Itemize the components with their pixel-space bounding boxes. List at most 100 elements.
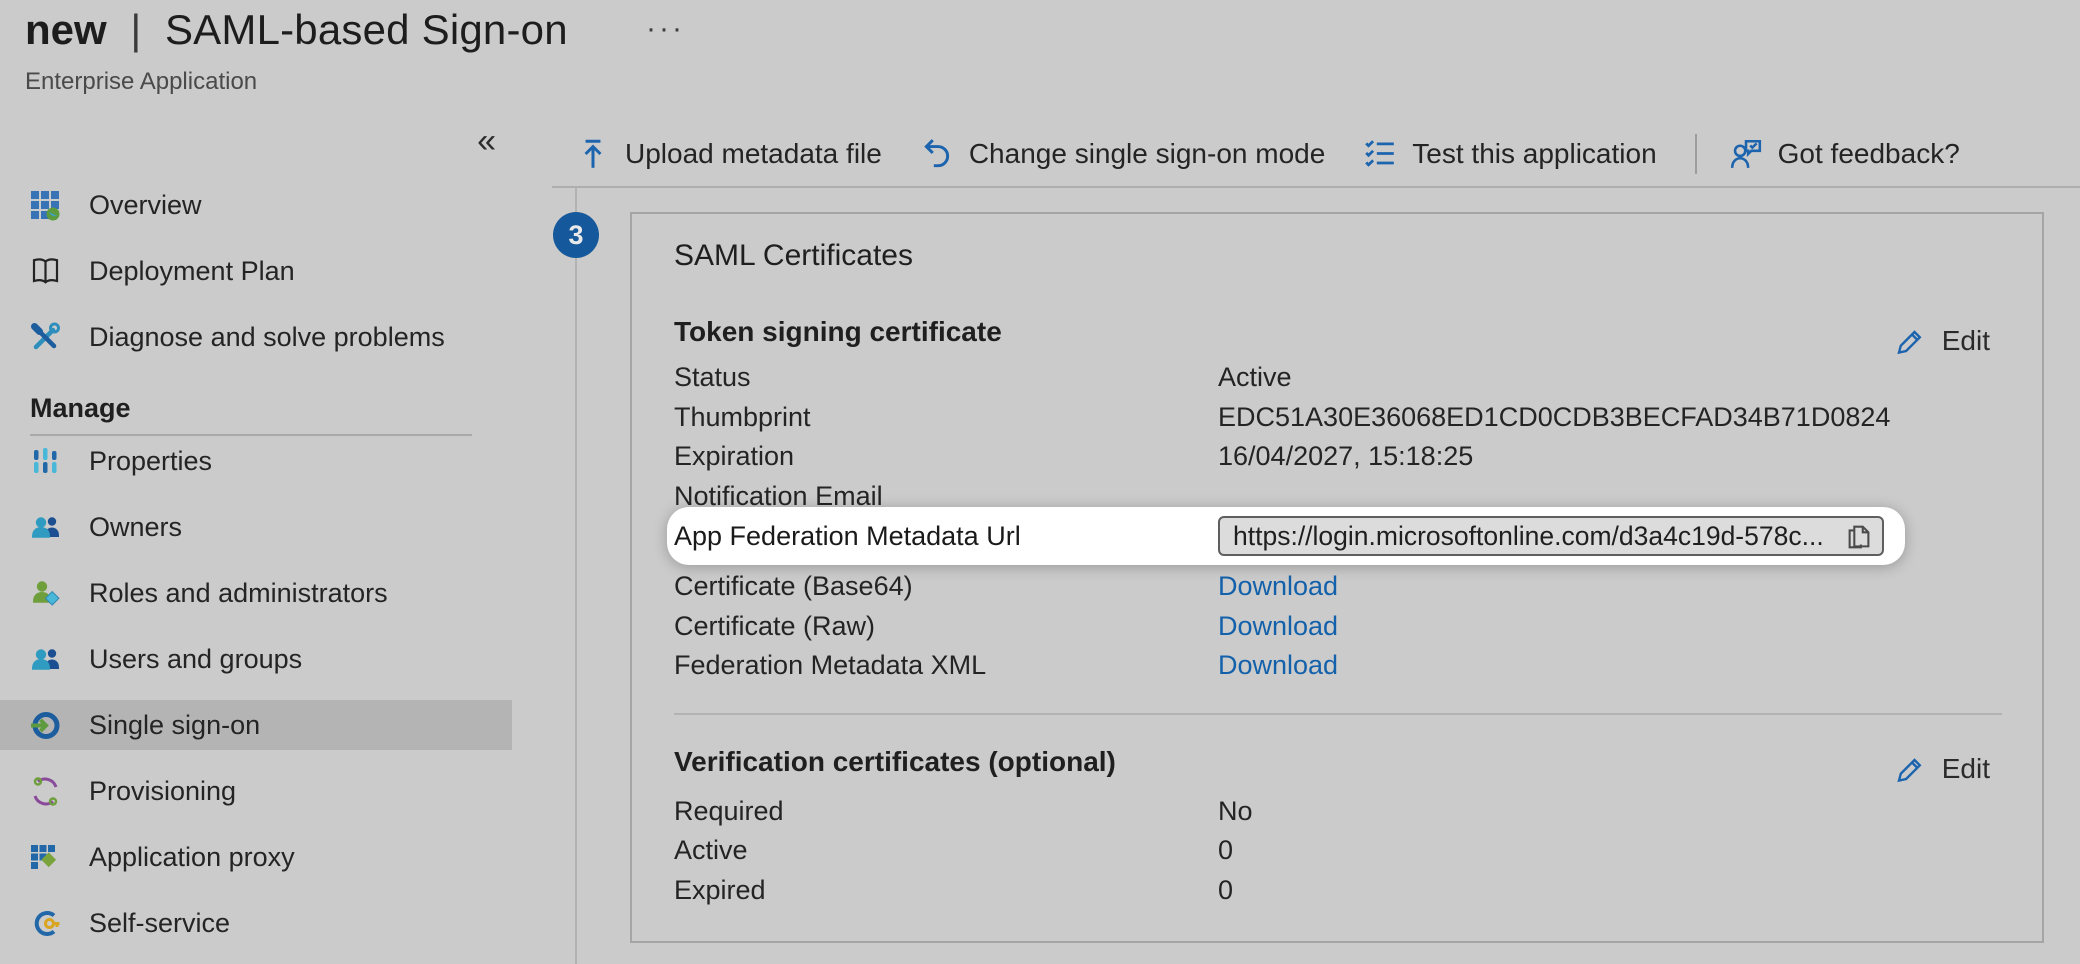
download-certificate-base64-link[interactable]: Download (1218, 571, 1338, 602)
sidebar-nav: Overview Deployment Plan Diagnose and so… (0, 180, 512, 964)
certificate-base64-row: Certificate (Base64) Download (674, 567, 2002, 607)
command-bar: Upload metadata file Change single sign-… (576, 128, 1998, 180)
verification-certificate-rows: Required No Active 0 Expired 0 (674, 792, 2002, 911)
row-label: Certificate (Raw) (674, 611, 1218, 642)
pencil-icon (1894, 753, 1926, 785)
sidebar-item-diagnose[interactable]: Diagnose and solve problems (0, 312, 512, 362)
sidebar: « Overview Deployment Plan Diagnose and … (0, 110, 512, 964)
page-title-blade-name: SAML-based Sign-on (165, 6, 568, 53)
toolbar-divider (552, 186, 2080, 188)
sidebar-item-label: Overview (89, 190, 202, 221)
sidebar-item-overview[interactable]: Overview (0, 180, 512, 230)
token-certificate-rows: Status Active Thumbprint EDC51A30E36068E… (674, 358, 2002, 686)
sidebar-collapse-icon[interactable]: « (477, 124, 496, 158)
panel-title: SAML Certificates (674, 238, 2002, 274)
toolbar-item-label: Test this application (1412, 138, 1656, 170)
sidebar-item-label: Single sign-on (89, 710, 260, 741)
toolbar-separator (1695, 134, 1697, 174)
toolbar-item-label: Got feedback? (1778, 138, 1960, 170)
got-feedback-button[interactable]: Got feedback? (1729, 137, 1998, 171)
saml-sso-page: new | SAML-based Sign-on ··· Enterprise … (0, 0, 2080, 964)
change-sso-mode-button[interactable]: Change single sign-on mode (920, 137, 1363, 171)
overview-grid-icon (30, 190, 61, 221)
copy-icon[interactable] (1844, 522, 1874, 552)
edit-button-label: Edit (1942, 325, 1990, 357)
upload-metadata-file-button[interactable]: Upload metadata file (576, 137, 920, 171)
sidebar-item-roles-administrators[interactable]: Roles and administrators (0, 568, 512, 618)
row-label: Thumbprint (674, 402, 1218, 433)
sidebar-item-users-groups[interactable]: Users and groups (0, 634, 512, 684)
sidebar-item-provisioning[interactable]: Provisioning (0, 766, 512, 816)
row-label: Expiration (674, 441, 1218, 472)
download-federation-metadata-xml-link[interactable]: Download (1218, 650, 1338, 681)
toolbar-item-label: Change single sign-on mode (969, 138, 1325, 170)
expired-count-row: Expired 0 (674, 871, 2002, 911)
thumbprint-row: Thumbprint EDC51A30E36068ED1CD0CDB3BECFA… (674, 398, 2002, 438)
sidebar-item-label: Deployment Plan (89, 256, 295, 287)
sidebar-item-label: Owners (89, 512, 182, 543)
federation-metadata-xml-row: Federation Metadata XML Download (674, 646, 2002, 686)
sidebar-item-label: Properties (89, 446, 212, 477)
sidebar-section-manage: Manage (0, 394, 512, 422)
sidebar-item-label: Application proxy (89, 842, 295, 873)
sliders-icon (30, 446, 61, 477)
row-label: Active (674, 835, 1218, 866)
row-value: Active (1218, 362, 2002, 393)
row-label: Federation Metadata XML (674, 650, 1218, 681)
app-proxy-icon (30, 842, 61, 873)
row-value: EDC51A30E36068ED1CD0CDB3BECFAD34B71D0824 (1218, 402, 2002, 433)
token-signing-certificate-heading: Token signing certificate (674, 315, 2002, 349)
step-number-badge: 3 (553, 212, 599, 258)
sidebar-item-single-sign-on[interactable]: Single sign-on (0, 700, 512, 750)
sidebar-item-properties[interactable]: Properties (0, 436, 512, 486)
row-value: 0 (1218, 875, 2002, 906)
panel-section-divider (674, 713, 2002, 715)
book-icon (30, 256, 61, 287)
row-label: Expired (674, 875, 1218, 906)
more-options-icon[interactable]: ··· (646, 12, 685, 46)
people-icon (30, 512, 61, 543)
sidebar-item-label: Roles and administrators (89, 578, 388, 609)
page-title-app-name: new (25, 6, 107, 53)
sidebar-item-label: Provisioning (89, 776, 236, 807)
row-value: 0 (1218, 835, 2002, 866)
test-application-button[interactable]: Test this application (1363, 137, 1694, 171)
self-service-icon (30, 908, 61, 939)
step-timeline-line (575, 188, 577, 964)
verification-certificates-heading: Verification certificates (optional) (674, 745, 2002, 779)
active-count-row: Active 0 (674, 831, 2002, 871)
feedback-person-icon (1729, 137, 1763, 171)
row-value: No (1218, 796, 2002, 827)
saml-certificates-panel: SAML Certificates Edit Token signing cer… (630, 212, 2044, 943)
upload-icon (576, 137, 610, 171)
row-value: 16/04/2027, 15:18:25 (1218, 441, 2002, 472)
edit-verification-certificates-button[interactable]: Edit (1894, 753, 1990, 785)
provisioning-icon (30, 776, 61, 807)
role-person-icon (30, 578, 61, 609)
certificate-raw-row: Certificate (Raw) Download (674, 607, 2002, 647)
pencil-icon (1894, 325, 1926, 357)
row-label: Required (674, 796, 1218, 827)
sidebar-item-application-proxy[interactable]: Application proxy (0, 832, 512, 882)
page-title: new | SAML-based Sign-on (25, 6, 568, 54)
row-label: App Federation Metadata Url (674, 521, 1218, 552)
tools-icon (30, 322, 61, 353)
download-certificate-raw-link[interactable]: Download (1218, 611, 1338, 642)
row-label: Certificate (Base64) (674, 571, 1218, 602)
undo-arrow-icon (920, 137, 954, 171)
app-federation-metadata-url-row: App Federation Metadata Url https://logi… (667, 507, 1905, 565)
sidebar-item-owners[interactable]: Owners (0, 502, 512, 552)
edit-token-certificate-button[interactable]: Edit (1894, 325, 1990, 357)
page-subtitle: Enterprise Application (25, 68, 257, 96)
sidebar-item-label: Self-service (89, 908, 230, 939)
people-icon (30, 644, 61, 675)
metadata-url-input[interactable]: https://login.microsoftonline.com/d3a4c1… (1218, 516, 1884, 556)
sidebar-item-label: Diagnose and solve problems (89, 322, 445, 353)
status-row: Status Active (674, 358, 2002, 398)
row-label: Status (674, 362, 1218, 393)
sidebar-item-label: Users and groups (89, 644, 302, 675)
checklist-icon (1363, 137, 1397, 171)
sidebar-item-deployment-plan[interactable]: Deployment Plan (0, 246, 512, 296)
sidebar-item-self-service[interactable]: Self-service (0, 898, 512, 948)
expiration-row: Expiration 16/04/2027, 15:18:25 (674, 437, 2002, 477)
